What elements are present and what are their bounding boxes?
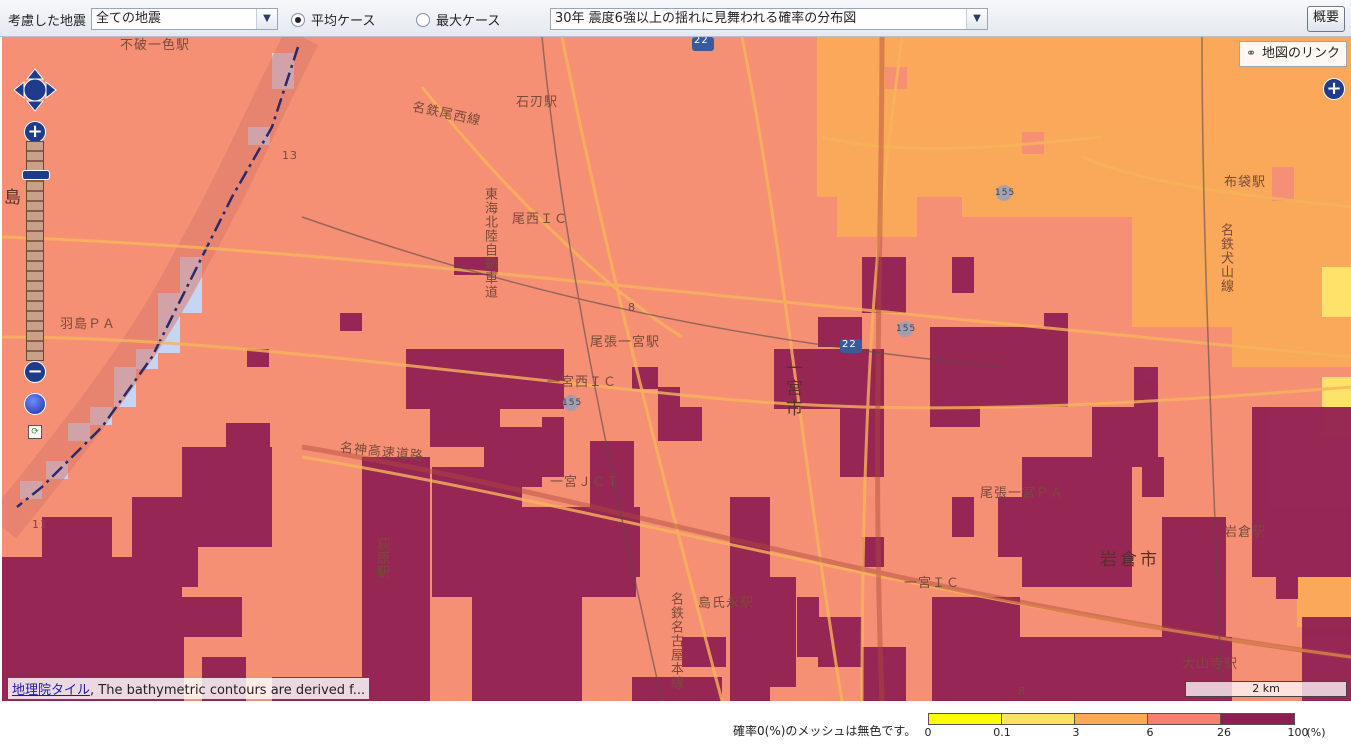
overview-button[interactable]: 概要 [1306, 6, 1345, 32]
zoom-out-icon[interactable]: − [24, 361, 46, 383]
attribution-link[interactable]: 地理院タイル [12, 683, 90, 698]
legend-caption: 確率0(%)のメッシュは無色です。 [733, 724, 917, 738]
place-label: 名鉄名古屋本線 [668, 592, 683, 690]
place-label: 尾西ＩＣ [512, 212, 569, 227]
legend-unit: (%) [1306, 726, 1326, 739]
expand-panel-icon[interactable]: + [1323, 78, 1345, 100]
map-attribution: 地理院タイル, The bathymetric contours are der… [8, 678, 370, 699]
legend-segment [1075, 714, 1148, 724]
radio-max-case[interactable]: 最大ケース [416, 10, 500, 29]
pan-control-icon[interactable] [12, 67, 58, 113]
legend-tick-label: 100 [1287, 726, 1309, 739]
chevron-down-icon[interactable]: ▼ [256, 9, 277, 29]
place-label: 一宮ＪＣＴ [550, 475, 621, 490]
elevation-point: 8 [1018, 685, 1026, 698]
place-label: 大山寺駅 [1182, 657, 1239, 672]
globe-icon[interactable] [24, 393, 46, 415]
map-link-button[interactable]: ⚭ 地図のリンク [1238, 41, 1347, 67]
earthquake-select[interactable]: 全ての地震 ▼ [91, 8, 278, 30]
place-label: 一宮西ＩＣ [547, 375, 618, 390]
earthquake-select-value: 全ての地震 [96, 11, 162, 26]
map-type-select-value: 30年 震度6強以上の揺れに見舞われる確率の分布図 [555, 11, 857, 26]
route-number: 22 [694, 37, 709, 46]
place-label: 一宮市 [782, 359, 802, 419]
place-label: 島氏永駅 [698, 596, 755, 611]
place-label: 尾張一宮ＰＡ [980, 486, 1065, 501]
layer-switch-icon[interactable]: ⟳ [28, 425, 42, 439]
link-icon: ⚭ [1245, 46, 1257, 60]
legend-tick-label: 3 [1072, 726, 1080, 739]
place-label: 名鉄犬山線 [1218, 223, 1233, 293]
legend-tick-label: 0.1 [993, 726, 1011, 739]
toolbar: 考慮した地震 全ての地震 ▼ 平均ケース 最大ケース 30年 震度6強以上の揺れ… [0, 0, 1351, 37]
legend-segment [1148, 714, 1221, 724]
place-label: 岩倉駅 [1224, 525, 1267, 540]
legend-segment [929, 714, 1002, 724]
elevation-point: 8 [628, 301, 636, 314]
place-label: 一宮ＩＣ [904, 576, 961, 591]
place-label: 東海北陸自動車道 [482, 187, 497, 299]
route-number: 155 [562, 398, 583, 408]
route-number: 155 [896, 324, 917, 334]
legend-segment [1002, 714, 1075, 724]
place-label: 島 [4, 188, 24, 208]
legend-color-bar [928, 713, 1295, 725]
route-number: 22 [842, 339, 857, 350]
map-link-label: 地図のリンク [1261, 46, 1340, 61]
zoom-slider-handle[interactable] [22, 170, 50, 180]
zoom-in-icon[interactable]: + [24, 121, 46, 143]
place-label: 尾張一宮駅 [590, 335, 661, 350]
earthquake-label: 考慮した地震 [8, 14, 87, 29]
place-label: 不破一色駅 [120, 38, 191, 53]
legend-tick-label: 6 [1146, 726, 1154, 739]
place-label: 布袋駅 [1224, 175, 1267, 190]
attribution-text: , The bathymetric contours are derived f… [90, 683, 366, 698]
radio-max-label: 最大ケース [436, 14, 501, 29]
chevron-down-icon[interactable]: ▼ [966, 9, 987, 29]
elevation-point: 13 [282, 149, 298, 162]
place-label: 羽島ＰＡ [60, 317, 117, 332]
place-label: 岩倉市 [1100, 550, 1160, 570]
legend-tick-label: 26 [1217, 726, 1231, 739]
radio-max-indicator[interactable] [416, 13, 430, 27]
map-type-select[interactable]: 30年 震度6強以上の揺れに見舞われる確率の分布図 ▼ [550, 8, 988, 30]
radio-average-case[interactable]: 平均ケース [291, 10, 375, 29]
place-label: 荻原駅 [374, 537, 389, 579]
radio-average-label: 平均ケース [311, 14, 376, 29]
place-label: 石刃駅 [516, 95, 559, 110]
scale-bar: 2 km [1185, 681, 1347, 697]
legend-tick-label: 0 [924, 726, 932, 739]
legend-segment [1221, 714, 1294, 724]
elevation-point: 11 [32, 518, 48, 531]
route-number: 155 [995, 188, 1016, 198]
radio-average-indicator[interactable] [291, 13, 305, 27]
hazard-map[interactable]: 不破一色駅 石刃駅 名鉄尾西線 尾西ＩＣ 東海北陸自動車道 羽島ＰＡ 尾張一宮駅… [2, 37, 1351, 701]
